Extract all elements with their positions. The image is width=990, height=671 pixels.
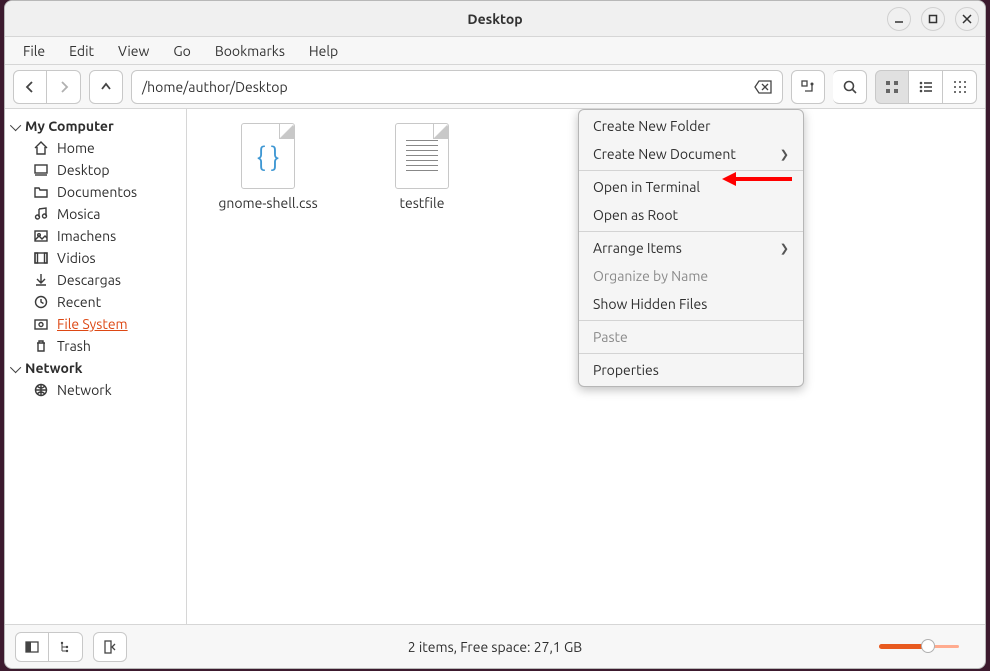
sidebar-item-home[interactable]: Home [5, 137, 186, 159]
file-label: testfile [400, 195, 445, 211]
music-icon [33, 206, 49, 222]
status-text: 2 items, Free space: 27,1 GB [408, 639, 582, 655]
context-menu: Create New FolderCreate New Document❯ Ope… [578, 109, 804, 387]
context-menu-separator [579, 320, 803, 321]
minimize-button[interactable] [887, 7, 911, 31]
context-menu-separator [579, 353, 803, 354]
file-label: gnome-shell.css [218, 195, 317, 211]
videos-icon [33, 250, 49, 266]
chevron-right-icon: ❯ [780, 242, 789, 255]
context-menu-open-as-root[interactable]: Open as Root [579, 201, 803, 229]
sidebar-section-header[interactable]: My Computer [5, 115, 186, 137]
chevron-down-icon [13, 118, 21, 134]
titlebar: Desktop [5, 1, 985, 37]
clear-path-icon[interactable] [754, 80, 772, 94]
pictures-icon [33, 228, 49, 244]
menu-view[interactable]: View [108, 40, 159, 62]
up-button[interactable] [89, 70, 123, 104]
file-icon: { } [241, 123, 295, 189]
file-item[interactable]: testfile [363, 123, 481, 211]
context-menu-paste: Paste [579, 323, 803, 351]
sidebar-item-desktop[interactable]: Desktop [5, 159, 186, 181]
home-icon [33, 140, 49, 156]
menu-file[interactable]: File [13, 40, 55, 62]
filesystem-icon [33, 316, 49, 332]
pathbar-text: /home/author/Desktop [142, 79, 288, 95]
statusbar: 2 items, Free space: 27,1 GB [5, 624, 985, 668]
back-button[interactable] [13, 70, 47, 104]
toggle-path-button[interactable] [791, 70, 825, 104]
network-icon [33, 382, 49, 398]
context-menu-separator [579, 170, 803, 171]
chevron-right-icon: ❯ [780, 148, 789, 161]
sidebar-item-trash[interactable]: Trash [5, 335, 186, 357]
context-menu-open-in-terminal[interactable]: Open in Terminal [579, 173, 803, 201]
sidebar-item-imachens[interactable]: Imachens [5, 225, 186, 247]
menubar: File Edit View Go Bookmarks Help [5, 37, 985, 65]
menu-go[interactable]: Go [163, 40, 200, 62]
sidebar: My ComputerHomeDesktopDocumentosMosicaIm… [5, 109, 187, 624]
context-menu-create-new-document[interactable]: Create New Document❯ [579, 140, 803, 168]
context-menu-arrange-items[interactable]: Arrange Items❯ [579, 234, 803, 262]
toolbar: /home/author/Desktop [5, 65, 985, 109]
maximize-button[interactable] [921, 7, 945, 31]
recent-icon [33, 294, 49, 310]
menu-help[interactable]: Help [299, 40, 348, 62]
close-pane-button[interactable] [93, 632, 127, 662]
desktop-icon [33, 162, 49, 178]
file-manager-window: Desktop File Edit View Go Bookmarks Help… [4, 0, 986, 669]
tree-pane-button[interactable] [49, 632, 83, 662]
file-icon [395, 123, 449, 189]
downloads-icon [33, 272, 49, 288]
file-view[interactable]: { } gnome-shell.css testfile Create New Fo… [187, 109, 985, 624]
context-menu-show-hidden-files[interactable]: Show Hidden Files [579, 290, 803, 318]
trash-icon [33, 338, 49, 354]
window-title: Desktop [467, 11, 522, 27]
compact-view-button[interactable] [943, 70, 977, 104]
sidebar-item-network[interactable]: Network [5, 379, 186, 401]
forward-button[interactable] [47, 70, 81, 104]
icon-view-button[interactable] [875, 70, 909, 104]
context-menu-create-new-folder[interactable]: Create New Folder [579, 112, 803, 140]
chevron-down-icon [13, 360, 21, 376]
pathbar[interactable]: /home/author/Desktop [131, 70, 783, 104]
context-menu-organize-by-name: Organize by Name [579, 262, 803, 290]
context-menu-properties[interactable]: Properties [579, 356, 803, 384]
folder-icon [33, 184, 49, 200]
sidebar-section-header[interactable]: Network [5, 357, 186, 379]
menu-bookmarks[interactable]: Bookmarks [205, 40, 295, 62]
zoom-slider[interactable] [879, 645, 969, 648]
sidebar-item-documentos[interactable]: Documentos [5, 181, 186, 203]
sidebar-item-descargas[interactable]: Descargas [5, 269, 186, 291]
close-button[interactable] [955, 7, 979, 31]
menu-edit[interactable]: Edit [59, 40, 104, 62]
sidebar-item-mosica[interactable]: Mosica [5, 203, 186, 225]
sidebar-item-file-system[interactable]: File System [5, 313, 186, 335]
search-button[interactable] [833, 70, 867, 104]
context-menu-separator [579, 231, 803, 232]
file-item[interactable]: { } gnome-shell.css [209, 123, 327, 211]
sidebar-item-recent[interactable]: Recent [5, 291, 186, 313]
sidebar-item-vidios[interactable]: Vidios [5, 247, 186, 269]
places-pane-button[interactable] [15, 632, 49, 662]
list-view-button[interactable] [909, 70, 943, 104]
